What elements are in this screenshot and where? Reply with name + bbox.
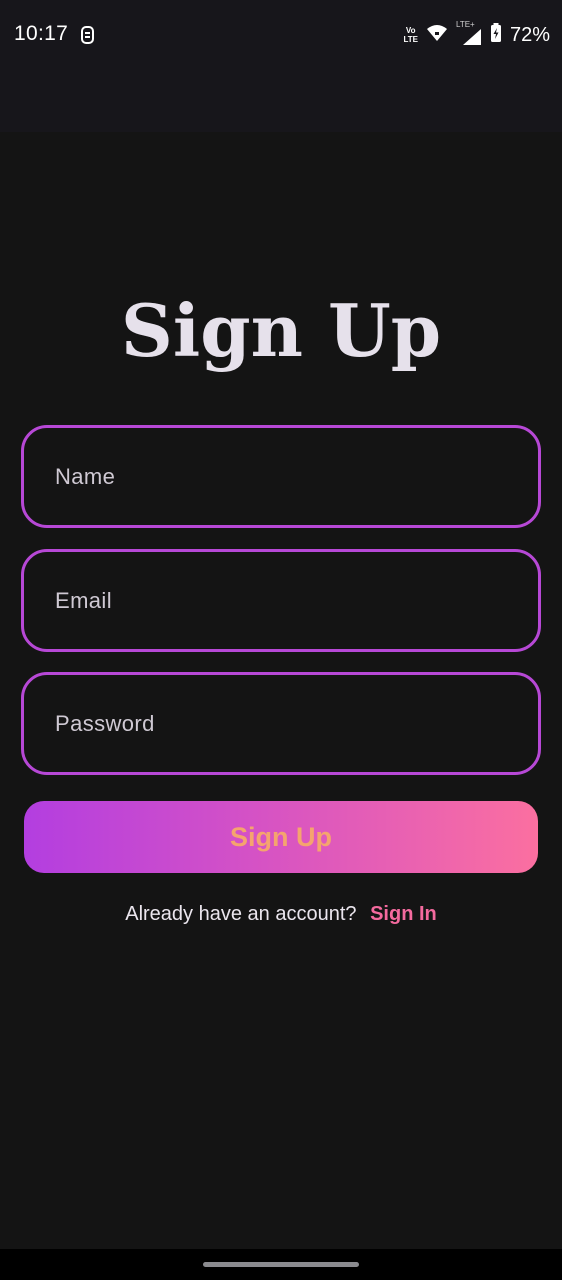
password-field[interactable] — [21, 672, 541, 775]
volte-icon: Vo LTE — [403, 26, 418, 44]
wifi-icon — [426, 24, 448, 47]
status-time: 10:17 — [14, 22, 69, 45]
email-field[interactable] — [21, 549, 541, 652]
page-title: Sign Up — [120, 288, 442, 373]
password-input[interactable] — [24, 675, 538, 772]
battery-percentage: 72% — [509, 23, 550, 46]
sign-in-prompt-row: Already have an account? Sign In — [0, 900, 562, 928]
status-bar: 10:17 Vo LTE LTE+ 72% — [0, 0, 562, 132]
home-indicator[interactable] — [203, 1262, 359, 1267]
sign-up-button[interactable]: Sign Up — [24, 801, 538, 873]
navigation-bar — [0, 1249, 562, 1280]
name-field[interactable] — [21, 425, 541, 528]
volte-bottom-label: LTE — [403, 35, 418, 44]
battery-charging-icon — [490, 22, 502, 48]
sign-in-link[interactable]: Sign In — [370, 903, 437, 925]
volte-top-label: Vo — [405, 26, 416, 35]
email-input[interactable] — [24, 552, 538, 649]
sync-icon — [78, 25, 98, 45]
signal-icon: LTE+ — [456, 20, 482, 46]
name-input[interactable] — [24, 428, 538, 525]
status-icons: Vo LTE LTE+ 72% — [403, 20, 550, 48]
already-have-account-text: Already have an account? — [125, 903, 357, 925]
